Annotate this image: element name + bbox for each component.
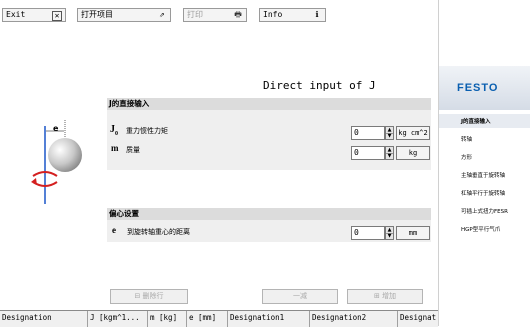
info-button[interactable]: Info ℹ [259,8,326,22]
add-icon: ⊞ [373,292,380,300]
rotating-mass-illustration [31,120,82,204]
info-label: Info [263,10,283,19]
festo-logo: FESTO [457,82,499,94]
spin-down-icon[interactable]: ▼ [386,233,393,239]
col-designation[interactable]: Designation [0,311,88,327]
sidebar-item-fesr[interactable]: 可插上式扭力FESR [461,207,508,215]
m-spinner[interactable]: ▲ ▼ [385,146,394,160]
logo-band: FESTO [439,66,530,110]
j0-input[interactable]: 0 [351,126,385,140]
m-input[interactable]: 0 [351,146,385,160]
e-label: 到旋转轴重心的距离 [127,228,190,236]
table-header: Designation J [kgm^1... m [kg] e [mm] De… [0,310,438,327]
col-designation1[interactable]: Designation1 [228,311,310,327]
sidebar-item-square[interactable]: 方形 [461,153,472,161]
add-label: 增加 [382,292,397,300]
e-spinner[interactable]: ▲ ▼ [385,226,394,240]
mass-diagram: e [0,98,107,210]
j0-symbol: J0 [110,124,118,137]
delete-row-label: 删除行 [142,292,164,300]
minus-label: 一减 [293,292,307,300]
delete-row-icon: ⊟ [134,292,141,300]
j0-spinner[interactable]: ▲ ▼ [385,126,394,140]
exit-label: Exit [6,10,26,19]
sidebar-item-hgp-gripper[interactable]: HGP型平行气爪 [461,225,500,233]
spin-down-icon[interactable]: ▼ [386,153,393,159]
m-label: 质量 [126,146,140,154]
section-direct-input-header: J的直接输入 [107,98,431,110]
m-symbol: m [111,143,119,153]
close-box-icon: ✕ [52,11,62,21]
col-j[interactable]: J [kgm^1... [88,311,148,327]
section-direct-input-body [107,110,431,170]
open-arrow-icon: ⇗ [159,10,165,20]
col-e[interactable]: e [mm] [187,311,228,327]
exit-button[interactable]: Exit ✕ [2,8,66,22]
spin-down-icon[interactable]: ▼ [386,133,393,139]
open-project-label: 打开项目 [81,10,113,19]
diagram-e-label: e [53,124,59,133]
e-unit: mm [396,226,430,240]
add-button[interactable]: ⊞ 增加 [347,289,423,304]
open-project-button[interactable]: 打开项目 ⇗ [77,8,171,22]
m-unit: kg [396,146,430,160]
toolbar: Exit ✕ 打开项目 ⇗ 打印 🖶 Info ℹ [0,0,438,24]
sidebar-item-axis-vertical[interactable]: 主轴垂直于旋转轴 [461,171,505,179]
sidebar-item-direct-input[interactable]: J的直接输入 [461,117,491,125]
rotation-arrowhead [31,178,37,185]
sidebar-item-shaft[interactable]: 转轴 [461,135,472,143]
section-eccentric-header: 偏心设置 [107,208,431,220]
e-symbol: e [112,225,116,235]
sidebar-item-axis-parallel[interactable]: 杠轴平行于旋转轴 [461,189,505,197]
col-m[interactable]: m [kg] [148,311,187,327]
printer-icon: 🖶 [234,10,242,19]
mass-ball [48,138,82,172]
print-label: 打印 [187,10,203,19]
print-button[interactable]: 打印 🖶 [183,8,247,22]
col-designation2[interactable]: Designation2 [310,311,398,327]
page-title: Direct input of J [263,79,376,92]
col-designation3[interactable]: Designat [398,311,438,327]
info-icon: ℹ [315,10,319,19]
delete-row-button[interactable]: ⊟ 删除行 [110,289,188,304]
j0-label: 重力惯性力矩 [126,127,168,135]
minus-button[interactable]: 一减 [262,289,338,304]
j0-subscript: 0 [115,131,118,137]
e-input[interactable]: 0 [351,226,385,240]
j0-unit: kg cm^2 [396,126,430,140]
right-sidebar: FESTO J的直接输入 转轴 方形 主轴垂直于旋转轴 杠轴平行于旋转轴 可插上… [438,0,530,326]
